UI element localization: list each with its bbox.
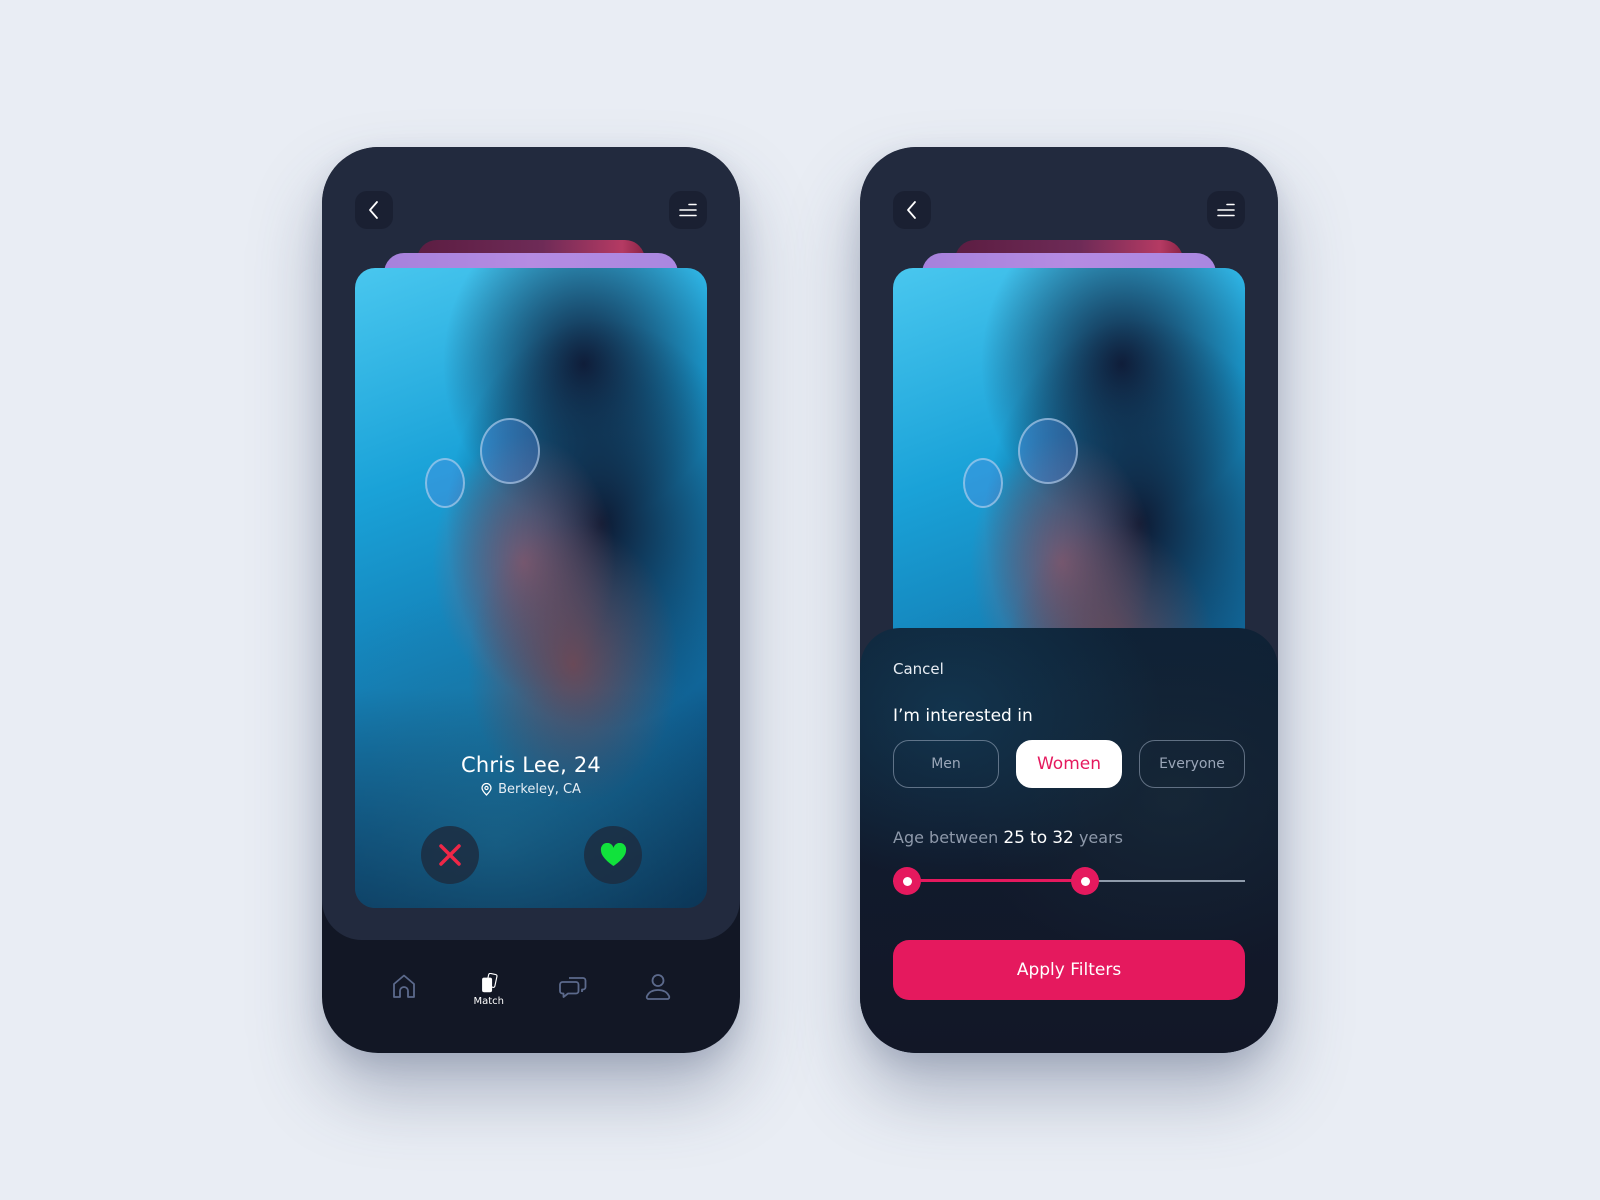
age-suffix: years xyxy=(1078,828,1123,847)
location-text: Berkeley, CA xyxy=(498,782,581,797)
photo-gradient-overlay xyxy=(355,688,707,908)
back-button[interactable] xyxy=(893,191,931,229)
bottom-tab-bar: Match xyxy=(322,947,740,1047)
tab-match[interactable]: Match xyxy=(459,947,519,1007)
age-range-label: Age between 25 to 32 years xyxy=(893,828,1123,848)
slider-thumb-min[interactable] xyxy=(893,867,921,895)
card-area: Cancel I’m interested in Men Women Every… xyxy=(860,147,1278,1053)
tab-profile[interactable] xyxy=(628,947,688,1007)
like-button[interactable] xyxy=(584,826,642,884)
profile-name: Chris Lee, 24 xyxy=(461,753,601,777)
menu-button[interactable] xyxy=(669,191,707,229)
chat-icon xyxy=(559,977,587,998)
tab-match-label: Match xyxy=(473,996,504,1007)
option-men[interactable]: Men xyxy=(893,740,999,788)
chevron-left-icon xyxy=(369,201,378,219)
cancel-button[interactable]: Cancel xyxy=(893,660,944,678)
photo-detail xyxy=(1018,418,1078,484)
home-icon xyxy=(393,974,416,998)
photo-detail xyxy=(963,458,1003,508)
card-area: Chris Lee, 24 Berkeley, CA xyxy=(322,147,740,940)
chevron-left-icon xyxy=(907,201,916,219)
tab-home[interactable] xyxy=(374,947,434,1007)
age-range-slider[interactable] xyxy=(893,866,1245,896)
photo-detail xyxy=(480,418,540,484)
heart-icon xyxy=(600,843,626,866)
photo-detail xyxy=(425,458,465,508)
filter-sheet: Cancel I’m interested in Men Women Every… xyxy=(860,628,1278,1053)
filter-screen-phone: Cancel I’m interested in Men Women Every… xyxy=(860,147,1278,1053)
match-screen-phone: Chris Lee, 24 Berkeley, CA Match xyxy=(322,147,740,1053)
menu-lines-icon xyxy=(1217,203,1235,217)
interest-title: I’m interested in xyxy=(893,706,1033,726)
menu-button[interactable] xyxy=(1207,191,1245,229)
age-min: 25 xyxy=(1003,828,1025,848)
dislike-button[interactable] xyxy=(421,826,479,884)
slider-thumb-max[interactable] xyxy=(1071,867,1100,895)
profile-location: Berkeley, CA xyxy=(322,782,740,797)
map-pin-icon xyxy=(481,783,492,796)
age-prefix: Age between xyxy=(893,828,999,847)
profile-photo-card[interactable] xyxy=(355,268,707,908)
age-connector: to xyxy=(1030,828,1048,848)
age-max: 32 xyxy=(1052,828,1074,848)
close-x-icon xyxy=(439,844,461,866)
option-everyone[interactable]: Everyone xyxy=(1139,740,1245,788)
slider-fill xyxy=(907,879,1086,882)
menu-lines-icon xyxy=(679,203,697,217)
option-women[interactable]: Women xyxy=(1016,740,1122,788)
cards-icon xyxy=(481,973,498,993)
apply-filters-button[interactable]: Apply Filters xyxy=(893,940,1245,1000)
back-button[interactable] xyxy=(355,191,393,229)
tab-chat[interactable] xyxy=(543,947,603,1007)
user-icon xyxy=(645,974,670,1000)
gender-options: Men Women Everyone xyxy=(893,740,1245,788)
